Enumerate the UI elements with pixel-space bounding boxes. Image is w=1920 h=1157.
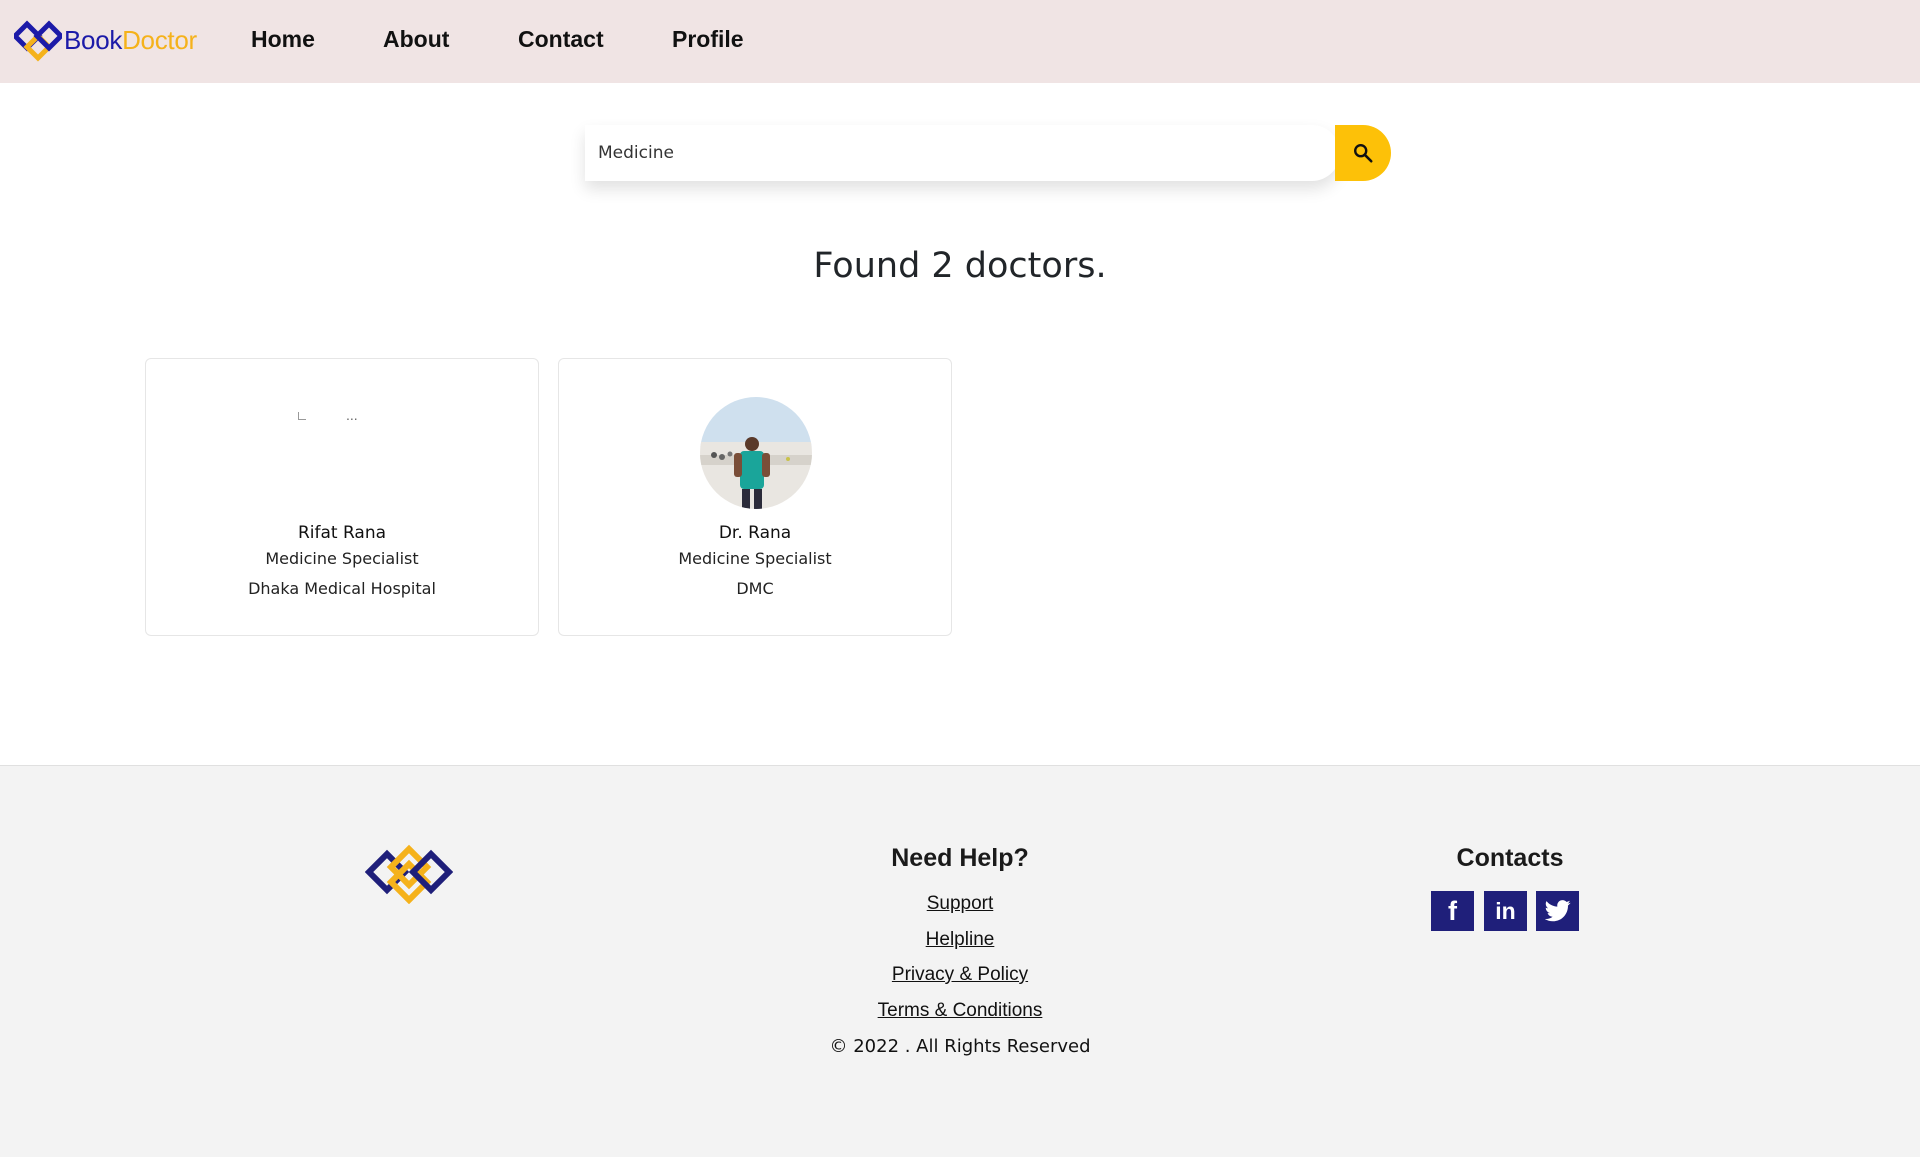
search-bar [585, 125, 1391, 181]
image-alt-text: ... [346, 407, 358, 423]
nav-profile-link[interactable]: Profile [672, 26, 744, 53]
doctor-name: Rifat Rana [297, 523, 387, 543]
doctor-hospital: Dhaka Medical Hospital [248, 579, 436, 598]
terms-conditions-link[interactable]: Terms & Conditions [0, 1000, 1920, 1022]
brand-name-doctor: Doctor [122, 24, 197, 55]
nav-about-link[interactable]: About [383, 26, 449, 53]
nav-home-link[interactable]: Home [251, 26, 315, 53]
doctor-hospital: DMC [736, 579, 774, 598]
twitter-icon[interactable] [1536, 891, 1579, 931]
twitter-bird-glyph [1544, 900, 1571, 922]
doctor-specialty: Medicine Specialist [678, 549, 832, 568]
nav-contact-link[interactable]: Contact [518, 26, 604, 53]
facebook-icon[interactable]: f [1431, 891, 1474, 931]
broken-image-icon: ... [298, 407, 358, 423]
doctor-photo [700, 397, 812, 509]
copyright-text: © 2022 . All Rights Reserved [829, 1036, 1091, 1057]
contacts-heading: Contacts [1456, 844, 1564, 872]
helpline-link[interactable]: Helpline [0, 929, 1920, 951]
brand-logo[interactable]: BookDoctor [14, 18, 197, 62]
search-button[interactable] [1335, 125, 1391, 181]
privacy-policy-link[interactable]: Privacy & Policy [0, 964, 1920, 986]
doctor-card[interactable]: ... Rifat Rana Medicine Specialist Dhaka… [145, 358, 539, 636]
need-help-heading: Need Help? [891, 844, 1029, 872]
linkedin-icon[interactable]: in [1484, 891, 1527, 931]
search-input[interactable] [585, 125, 1340, 181]
doctor-card[interactable]: Dr. Rana Medicine Specialist DMC [558, 358, 952, 636]
footer: Need Help? Support Helpline Privacy & Po… [0, 765, 1920, 1157]
brand-name: BookDoctor [64, 25, 197, 56]
doctor-specialty: Medicine Specialist [265, 549, 419, 568]
results-heading: Found 2 doctors. [813, 246, 1107, 286]
brand-name-book: Book [64, 24, 123, 55]
support-link[interactable]: Support [0, 893, 1920, 915]
doctor-name: Dr. Rana [718, 523, 792, 543]
navbar: BookDoctor Home About Contact Profile [0, 0, 1920, 83]
search-icon [1354, 144, 1373, 163]
brand-diamond-icon [14, 20, 62, 62]
